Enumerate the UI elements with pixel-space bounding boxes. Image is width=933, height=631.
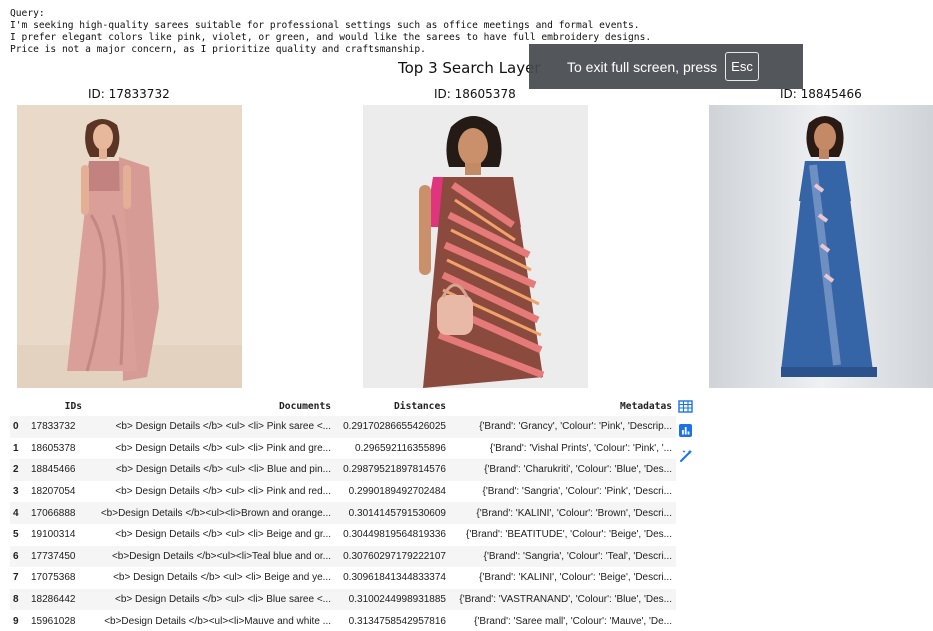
figure-title: Top 3 Search Layer — [398, 59, 541, 77]
image-id-label: ID: 18845466 — [780, 87, 862, 101]
row-index: 9 — [13, 615, 19, 627]
fullscreen-exit-toast: To exit full screen, press Esc — [529, 44, 803, 89]
cell-metadata: {'Brand': 'Saree mall', 'Colour': 'Mauve… — [474, 615, 672, 627]
generate-code-button[interactable] — [676, 446, 695, 465]
row-index: 8 — [10, 588, 28, 611]
cell-document: <b>Design Details </b><ul><li>Teal blue … — [86, 545, 335, 568]
header-distances: Distances — [394, 401, 446, 412]
cell-id: 19100314 — [31, 529, 76, 541]
cell-document: <b> Design Details </b> <ul> <li> Blue s… — [86, 588, 335, 611]
cell-distance: 0.29879521897814576 — [335, 459, 450, 481]
row-index: 1 — [13, 442, 19, 454]
row-index: 5 — [13, 529, 19, 541]
cell-distance: 0.3100244998931885 — [335, 588, 450, 611]
cell-id: 17833732 — [28, 416, 86, 438]
cell-metadata: {'Brand': 'Grancy', 'Colour': 'Pink', 'D… — [450, 416, 676, 438]
table-row: 2 18845466 <b> Design Details </b> <ul> <l… — [10, 459, 676, 481]
header-ids: IDs — [64, 401, 82, 412]
table-row: 1 18605378 <b> Design Details </b> <ul> <l… — [10, 438, 676, 460]
header-documents: Documents — [279, 401, 331, 412]
cell-document: <b> Design Details </b> <ul> <li> Beige … — [115, 529, 331, 541]
cell-id: 18605378 — [31, 442, 76, 454]
cell-id: 17737450 — [28, 545, 86, 568]
product-image — [17, 105, 242, 388]
cell-distance: 0.3014145791530609 — [335, 502, 450, 524]
cell-document: <b> Design Details </b> <ul> <li> Blue a… — [86, 459, 335, 481]
cell-metadata: {'Brand': 'KALINI', 'Colour': 'Brown', '… — [450, 502, 676, 524]
cell-id: 15961028 — [31, 615, 76, 627]
cell-distance: 0.30449819564819336 — [343, 529, 446, 541]
product-photo-striped-saree — [363, 105, 588, 388]
cell-metadata: {'Brand': 'KALINI', 'Colour': 'Beige', '… — [479, 572, 672, 584]
row-index: 0 — [10, 416, 28, 438]
header-index — [10, 397, 28, 416]
cell-distance: 0.30961841344833374 — [343, 572, 446, 584]
table-row: 5 19100314 <b> Design Details </b> <ul> <l… — [10, 524, 676, 546]
product-image — [709, 105, 933, 388]
cell-metadata: {'Brand': 'VASTRANAND', 'Colour': 'Blue'… — [450, 588, 676, 611]
table-row: 4 17066888 <b>Design Details </b><ul><li>B… — [10, 502, 676, 524]
cell-distance: 0.29170286655426025 — [335, 416, 450, 438]
cell-metadata: {'Brand': 'Sangria', 'Colour': 'Pink', '… — [482, 486, 672, 498]
product-image — [363, 105, 588, 388]
cell-metadata: {'Brand': 'Vishal Prints', 'Colour': 'Pi… — [489, 442, 672, 454]
cell-metadata: {'Brand': 'Sangria', 'Colour': 'Teal', '… — [450, 545, 676, 568]
cell-metadata: {'Brand': 'Charukriti', 'Colour': 'Blue'… — [450, 459, 676, 481]
cell-document: <b> Design Details </b> <ul> <li> Pink a… — [115, 442, 331, 454]
row-index: 6 — [10, 545, 28, 568]
cell-distance: 0.2990189492702484 — [348, 486, 446, 498]
convert-to-interactive-table-button[interactable] — [676, 397, 695, 416]
chart-icon — [679, 424, 692, 437]
cell-document: <b> Design Details </b> <ul> <li> Pink a… — [115, 486, 331, 498]
cell-id: 17075368 — [31, 572, 76, 584]
product-photo-pink-saree — [17, 105, 242, 388]
cell-distance: 0.3134758542957816 — [348, 615, 446, 627]
cell-document: <b> Design Details </b> <ul> <li> Pink s… — [86, 416, 335, 438]
row-index: 4 — [10, 502, 28, 524]
header-metadatas: Metadatas — [620, 401, 672, 412]
image-id-label: ID: 18605378 — [434, 87, 516, 101]
table-row: 0 17833732 <b> Design Details </b> <ul> <l… — [10, 416, 676, 438]
cell-id: 18286442 — [28, 588, 86, 611]
product-photo-blue-saree — [709, 105, 933, 388]
cell-distance: 0.30760297179222107 — [335, 545, 450, 568]
row-index: 3 — [13, 486, 19, 498]
table-row: 8 18286442 <b> Design Details </b> <ul> <l… — [10, 588, 676, 611]
esc-key-badge: Esc — [725, 52, 759, 81]
table-row: 6 17737450 <b>Design Details </b><ul><li>T… — [10, 545, 676, 568]
cell-id: 18207054 — [31, 486, 76, 498]
cell-document: <b>Design Details </b><ul><li>Brown and … — [86, 502, 335, 524]
table-header-row: IDs Documents Distances Metadatas — [10, 397, 676, 416]
row-index: 2 — [10, 459, 28, 481]
table-row: 3 18207054 <b> Design Details </b> <ul> <l… — [10, 481, 676, 503]
fullscreen-message: To exit full screen, press — [567, 58, 718, 75]
cell-id: 18845466 — [28, 459, 86, 481]
suggest-charts-button[interactable] — [676, 421, 695, 440]
cell-id: 17066888 — [28, 502, 86, 524]
results-table: IDs Documents Distances Metadatas 0 17833… — [10, 397, 676, 631]
row-index: 7 — [13, 572, 19, 584]
cell-document: <b>Design Details </b><ul><li>Mauve and … — [104, 615, 331, 627]
magic-wand-icon — [679, 449, 692, 462]
table-icon — [678, 400, 693, 413]
table-row: 9 15961028 <b>Design Details </b><ul><li>M… — [10, 610, 676, 631]
cell-distance: 0.296592116355896 — [354, 442, 446, 454]
cell-document: <b> Design Details </b> <ul> <li> Beige … — [113, 572, 331, 584]
image-id-label: ID: 17833732 — [88, 87, 170, 101]
cell-metadata: {'Brand': 'BEATITUDE', 'Colour': 'Beige'… — [466, 529, 672, 541]
table-row: 7 17075368 <b> Design Details </b> <ul> <l… — [10, 567, 676, 589]
